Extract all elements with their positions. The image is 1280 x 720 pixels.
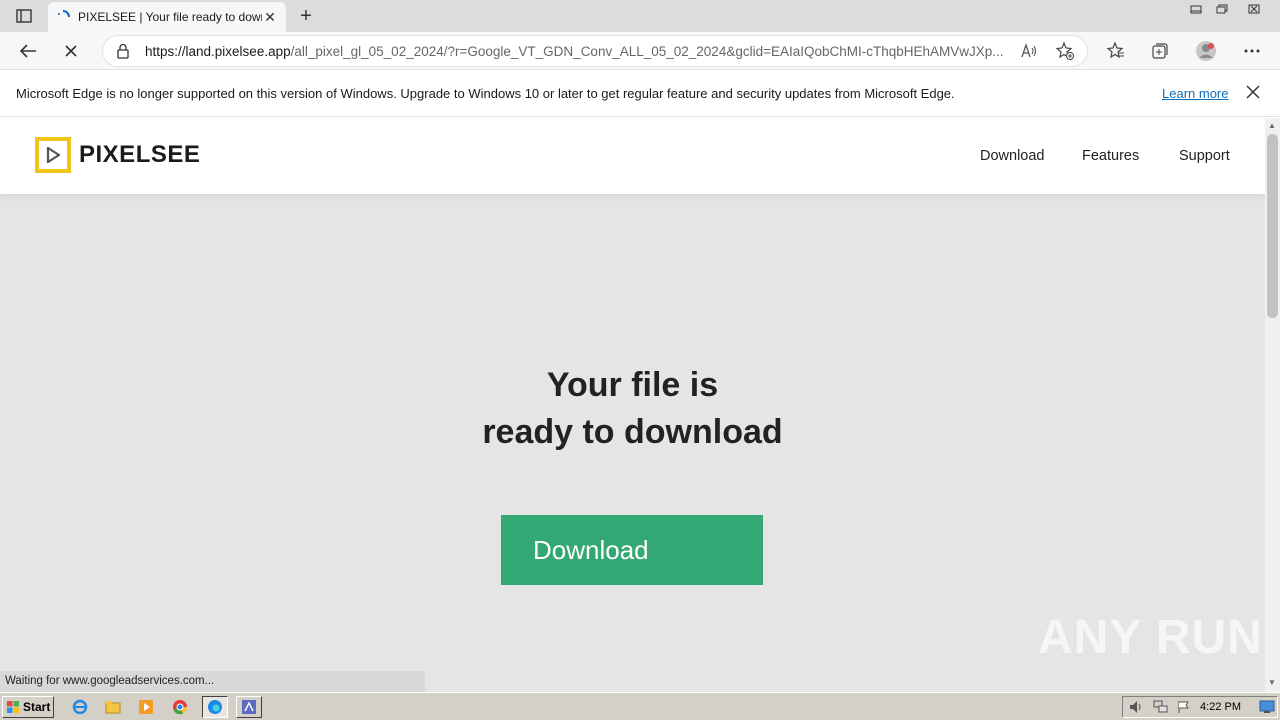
collections-icon <box>1152 43 1168 59</box>
web-page: PIXELSEE Download Features Support Your … <box>0 118 1265 692</box>
stop-loading-button[interactable] <box>58 38 84 64</box>
more-icon <box>1244 49 1260 53</box>
minimize-button[interactable] <box>1182 0 1210 18</box>
start-button[interactable]: Start <box>2 696 54 718</box>
url-host: https://land.pixelsee.app <box>145 43 291 59</box>
scroll-thumb[interactable] <box>1267 134 1278 318</box>
hero-heading: Your file is ready to download <box>0 362 1265 456</box>
back-arrow-icon <box>19 44 36 58</box>
media-player-taskbar-icon[interactable] <box>137 698 155 716</box>
browser-tab[interactable]: PIXELSEE | Your file ready to download ✕ <box>48 2 286 32</box>
status-bar: Waiting for www.googleadservices.com... <box>0 671 425 692</box>
avatar-icon <box>1196 41 1216 61</box>
nav-download-link[interactable]: Download <box>980 148 1045 164</box>
show-desktop-icon[interactable] <box>1259 700 1275 717</box>
network-icon[interactable] <box>1153 700 1169 717</box>
action-center-flag-icon[interactable] <box>1177 700 1191 717</box>
learn-more-link[interactable]: Learn more <box>1162 86 1228 101</box>
lock-icon <box>117 43 129 59</box>
add-favorite-button[interactable] <box>1052 38 1078 64</box>
ie-taskbar-icon[interactable] <box>71 698 89 716</box>
read-aloud-button[interactable] <box>1016 38 1042 64</box>
tab-close-button[interactable]: ✕ <box>262 9 278 26</box>
loading-spinner-icon <box>58 10 70 18</box>
edge-taskbar-icon[interactable] <box>202 696 228 718</box>
taskbar: Start 4:22 PM <box>0 692 1280 720</box>
page-scrollbar[interactable]: ▲ ▼ <box>1265 118 1280 692</box>
anyrun-watermark: ANY RUN <box>1038 611 1263 664</box>
nav-support-link[interactable]: Support <box>1179 148 1230 164</box>
close-icon <box>1248 4 1260 14</box>
favorites-button[interactable] <box>1103 38 1129 64</box>
infobar-message: Microsoft Edge is no longer supported on… <box>16 86 955 101</box>
windows-flag-icon <box>7 701 19 713</box>
url-text[interactable]: https://land.pixelsee.app/all_pixel_gl_0… <box>145 44 1075 59</box>
url-path: /all_pixel_gl_05_02_2024/?r=Google_VT_GD… <box>290 43 1004 59</box>
scroll-up-icon[interactable]: ▲ <box>1268 121 1276 130</box>
infobar-close-button[interactable] <box>1246 83 1260 104</box>
hero-line-2: ready to download <box>482 413 783 451</box>
tab-actions-icon <box>16 9 32 23</box>
window-close-button[interactable] <box>1240 0 1268 18</box>
scroll-down-icon[interactable]: ▼ <box>1268 678 1276 687</box>
restore-button[interactable] <box>1208 0 1236 18</box>
close-icon <box>1246 85 1260 99</box>
settings-more-button[interactable] <box>1239 38 1265 64</box>
favorites-icon <box>1107 42 1124 59</box>
site-header: PIXELSEE Download Features Support <box>0 118 1265 194</box>
volume-icon[interactable] <box>1129 700 1145 717</box>
star-add-icon <box>1056 42 1074 60</box>
hero-line-1: Your file is <box>546 366 719 404</box>
read-aloud-icon <box>1021 43 1037 58</box>
collections-button[interactable] <box>1147 38 1173 64</box>
address-bar[interactable]: https://land.pixelsee.app/all_pixel_gl_0… <box>102 35 1088 67</box>
restore-icon <box>1216 4 1228 14</box>
tab-title: PIXELSEE | Your file ready to download <box>78 10 262 24</box>
start-label: Start <box>23 700 51 714</box>
new-tab-button[interactable]: + <box>294 4 318 28</box>
download-button[interactable]: Download <box>501 515 763 585</box>
profile-button[interactable] <box>1193 38 1219 64</box>
system-tray: 4:22 PM <box>1122 696 1278 718</box>
clock[interactable]: 4:22 PM <box>1200 701 1241 713</box>
minimize-icon <box>1190 5 1202 14</box>
back-button[interactable] <box>15 38 41 64</box>
explorer-taskbar-icon[interactable] <box>104 698 122 716</box>
site-logo[interactable]: PIXELSEE <box>35 137 200 173</box>
play-logo-icon <box>35 137 71 173</box>
app-taskbar-icon[interactable] <box>236 696 262 718</box>
logo-text: PIXELSEE <box>79 141 201 168</box>
chrome-taskbar-icon[interactable] <box>171 698 189 716</box>
nav-features-link[interactable]: Features <box>1082 148 1139 164</box>
tab-actions-button[interactable] <box>8 6 40 26</box>
stop-icon <box>65 45 77 57</box>
unsupported-infobar: Microsoft Edge is no longer supported on… <box>0 71 1280 117</box>
